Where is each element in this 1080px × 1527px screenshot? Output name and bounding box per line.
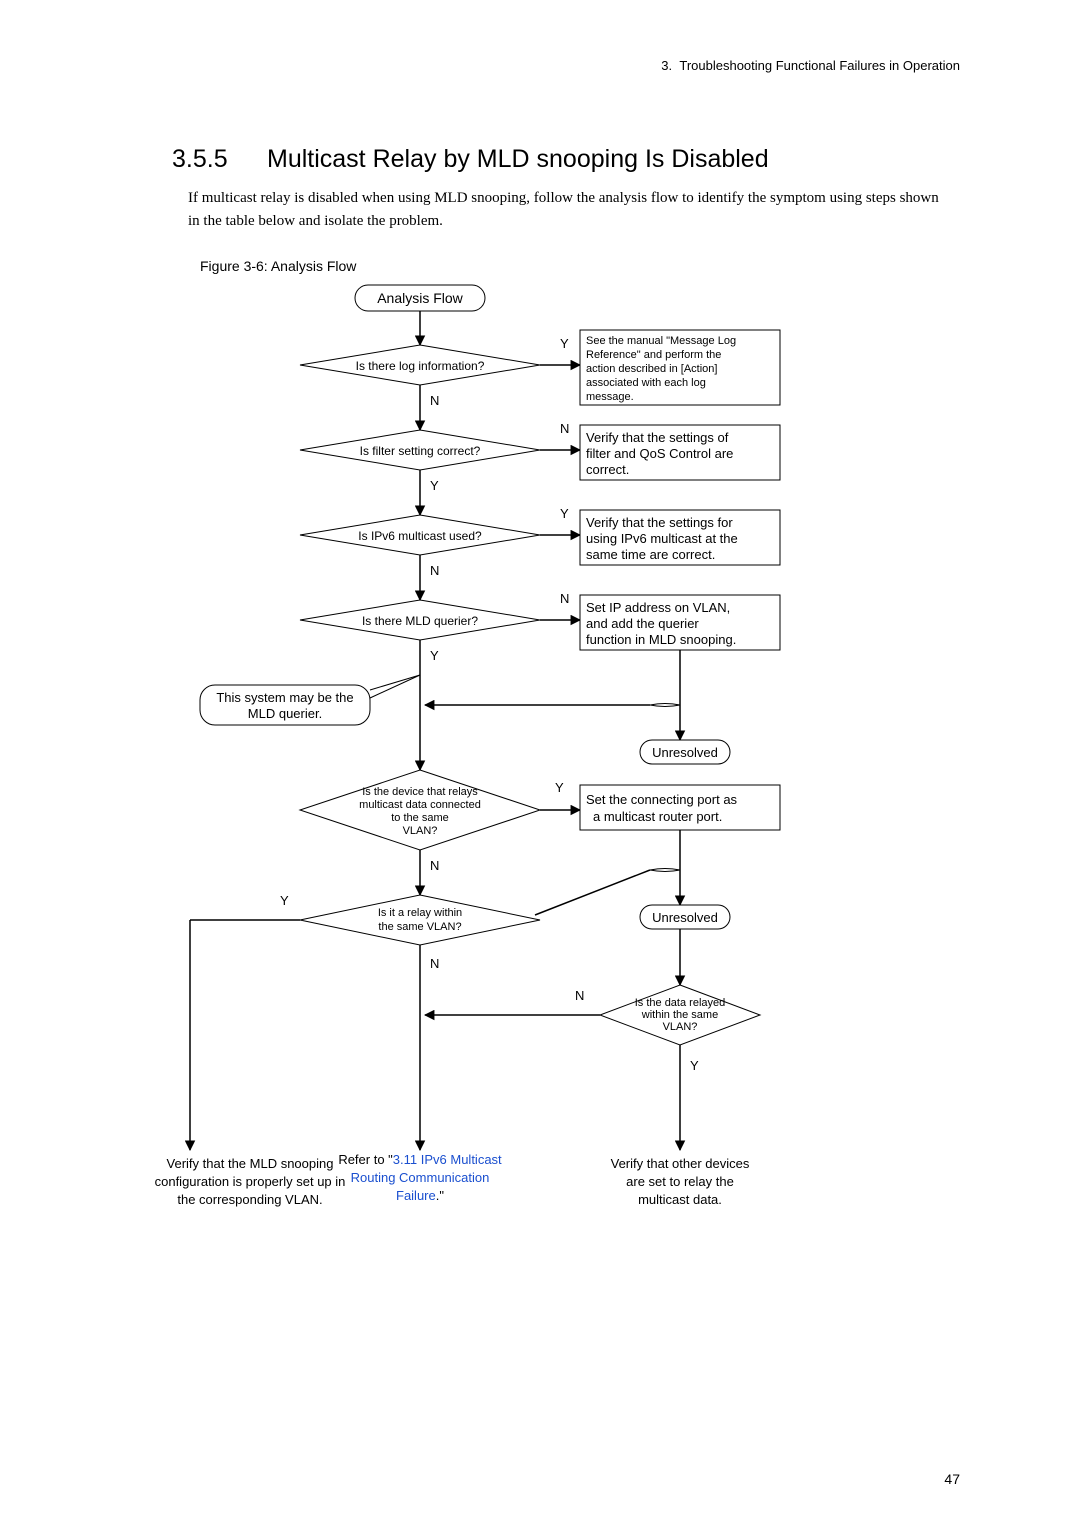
decision-relay-same-vlan (300, 895, 540, 945)
connector (370, 675, 420, 690)
b4-l2: and add the querier (586, 616, 699, 631)
label-n: N (430, 956, 439, 971)
aside-l2: MLD querier. (248, 706, 322, 721)
link-ipv6-failure[interactable]: Failure (396, 1188, 436, 1203)
end-left-l3: the corresponding VLAN. (177, 1192, 322, 1207)
label-y: Y (690, 1058, 699, 1073)
section-number: 3.5.5 (172, 145, 228, 174)
label-n: N (430, 393, 439, 408)
d6-l1: Is it a relay within (378, 907, 462, 919)
d3-label: Is IPv6 multicast used? (358, 529, 482, 543)
label-y: Y (430, 648, 439, 663)
b1-l5: message. (586, 391, 634, 403)
page: 3. Troubleshooting Functional Failures i… (0, 0, 1080, 1527)
end-right-l3: multicast data. (638, 1192, 722, 1207)
b2-l2: filter and QoS Control are (586, 446, 733, 461)
end-right-l2: are set to relay the (626, 1174, 734, 1189)
link-ipv6-failure[interactable]: Routing Communication (351, 1170, 490, 1185)
running-header: 3. Troubleshooting Functional Failures i… (661, 58, 960, 73)
d4-label: Is there MLD querier? (362, 614, 478, 628)
end-mid-pre: Refer to " (338, 1152, 393, 1167)
label-n: N (560, 421, 569, 436)
end-mid-post: ." (436, 1188, 445, 1203)
end-mid-line3: Failure." (396, 1188, 444, 1203)
connector (370, 675, 420, 698)
label-y: Y (555, 780, 564, 795)
end-mid-line1: Refer to "3.11 IPv6 Multicast (338, 1152, 502, 1167)
d5-l2: multicast data connected (359, 799, 481, 811)
aside-l1: This system may be the (216, 690, 353, 705)
b2-l1: Verify that the settings of (586, 430, 729, 445)
end-right-l1: Verify that other devices (611, 1156, 750, 1171)
b1-l4: associated with each log (586, 377, 706, 389)
d7-l3: VLAN? (663, 1021, 698, 1033)
page-number: 47 (944, 1471, 960, 1487)
d7-l1: Is the data relayed (635, 997, 726, 1009)
b1-l1: See the manual "Message Log (586, 335, 736, 347)
b3-l2: using IPv6 multicast at the (586, 531, 738, 546)
label-n: N (430, 858, 439, 873)
b1-l2: Reference" and perform the (586, 349, 721, 361)
chapter-number: 3. (661, 58, 672, 73)
d7-l2: within the same (641, 1009, 718, 1021)
b4-l1: Set IP address on VLAN, (586, 600, 730, 615)
start-label: Analysis Flow (377, 290, 463, 306)
jump-over (650, 704, 680, 707)
d5-l3: to the same (391, 812, 448, 824)
end-left-l1: Verify that the MLD snooping (167, 1156, 334, 1171)
intro-paragraph: If multicast relay is disabled when usin… (188, 187, 948, 234)
label-y: Y (560, 336, 569, 351)
unresolved-label: Unresolved (652, 910, 718, 925)
flowchart: Analysis Flow Is there log information? … (140, 280, 940, 1290)
end-left-l2: configuration is properly set up in (155, 1174, 346, 1189)
d1-label: Is there log information? (356, 359, 485, 373)
label-y: Y (560, 506, 569, 521)
unresolved-label: Unresolved (652, 745, 718, 760)
section-title: Multicast Relay by MLD snooping Is Disab… (267, 145, 769, 174)
b3-l1: Verify that the settings for (586, 515, 733, 530)
b5-l1: Set the connecting port as (586, 792, 738, 807)
d5-l4: VLAN? (403, 825, 438, 837)
link-ipv6-failure[interactable]: 3.11 IPv6 Multicast (393, 1152, 502, 1167)
chapter-title: Troubleshooting Functional Failures in O… (679, 58, 960, 73)
label-y: Y (430, 478, 439, 493)
label-n: N (430, 563, 439, 578)
connector (535, 870, 650, 915)
d5-l1: Is the device that relays (362, 786, 478, 798)
d2-label: Is filter setting correct? (360, 444, 481, 458)
b5-l2: a multicast router port. (593, 809, 722, 824)
d6-l2: the same VLAN? (378, 921, 461, 933)
jump-over (650, 869, 680, 872)
label-n: N (560, 591, 569, 606)
b1-l3: action described in [Action] (586, 363, 717, 375)
b4-l3: function in MLD snooping. (586, 632, 736, 647)
label-n: N (575, 988, 584, 1003)
figure-caption: Figure 3-6: Analysis Flow (200, 258, 356, 274)
label-y: Y (280, 893, 289, 908)
b2-l3: correct. (586, 462, 629, 477)
b3-l3: same time are correct. (586, 547, 715, 562)
